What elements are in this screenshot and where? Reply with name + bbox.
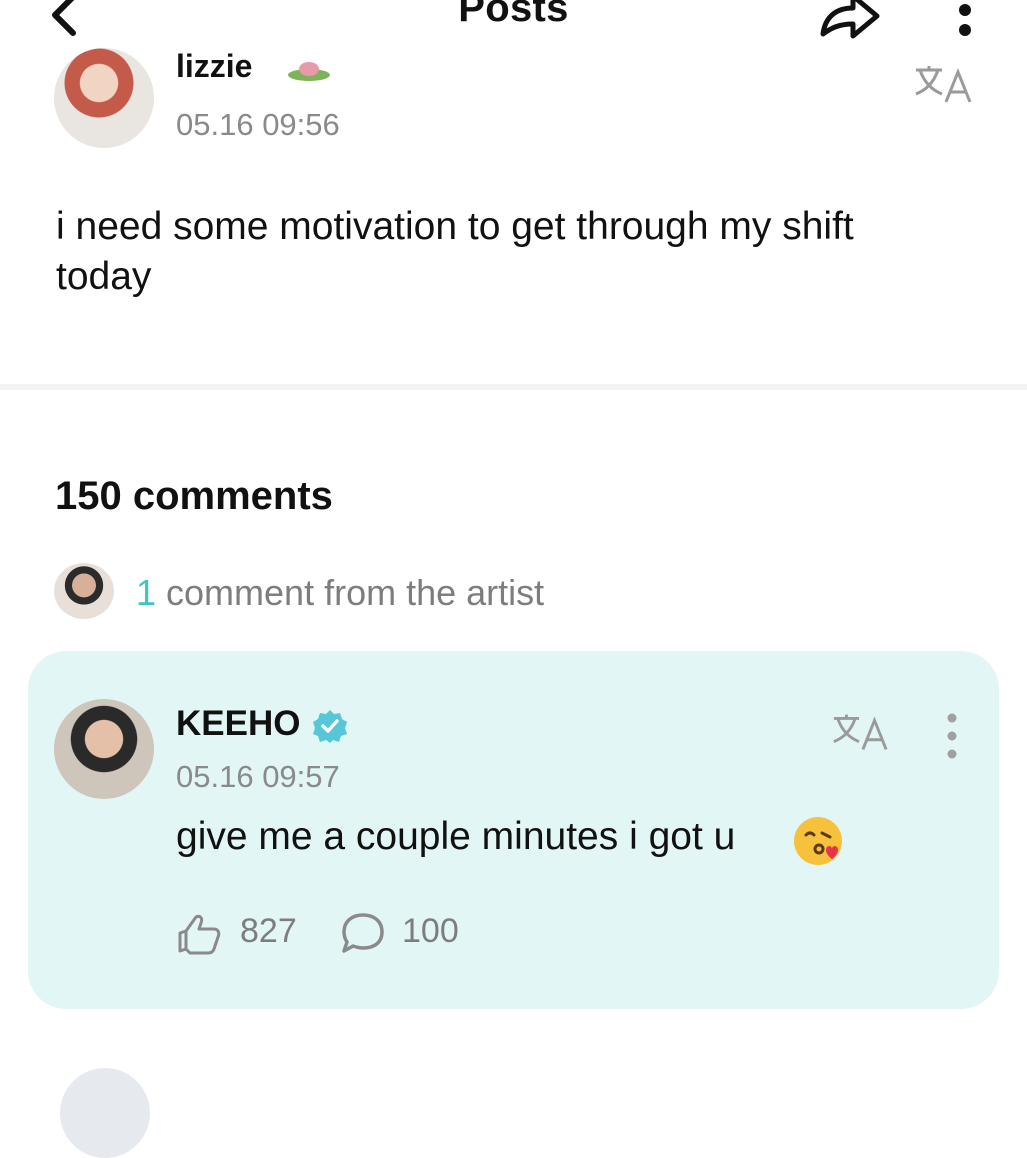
lotus-emoji-icon [288,62,330,81]
comment-author-avatar[interactable] [54,699,154,799]
comment-translate-button[interactable] [830,710,890,754]
artist-comment-link[interactable]: 1 comment from the artist [136,572,544,614]
translate-icon [833,714,888,750]
speech-bubble-icon [342,913,384,953]
verified-badge-icon [313,710,347,743]
like-button[interactable] [176,911,226,955]
artist-comment-text: comment from the artist [156,572,545,613]
like-icon [178,914,221,955]
share-icon [820,0,880,39]
share-button[interactable] [815,0,885,40]
comment-body: give me a couple minutes i got u [176,815,736,858]
next-comment-avatar[interactable] [60,1068,150,1158]
post-author-name[interactable]: lizzie [176,48,252,85]
like-count: 827 [240,912,297,950]
post-body: i need some motivation to get through my… [56,205,854,298]
section-divider [0,384,1027,390]
more-vertical-icon [959,4,971,36]
reply-count: 100 [402,912,459,950]
post-author-avatar[interactable] [54,48,154,148]
artist-avatar[interactable] [54,563,114,619]
comments-count: 150 comments [55,474,333,518]
kissing-face-emoji-icon [794,817,842,865]
reply-button[interactable] [340,911,386,955]
comment-more-button[interactable] [935,712,969,760]
translate-button[interactable] [912,62,974,106]
artist-comment-number: 1 [136,572,157,613]
translate-icon [915,66,972,103]
comment-author-name[interactable]: KEEHO [176,704,300,744]
more-options-button[interactable] [945,0,985,44]
top-bar: Posts [0,0,1027,60]
comment-date: 05.16 09:57 [176,759,340,794]
post-date: 05.16 09:56 [176,107,340,142]
more-vertical-icon [947,713,957,759]
